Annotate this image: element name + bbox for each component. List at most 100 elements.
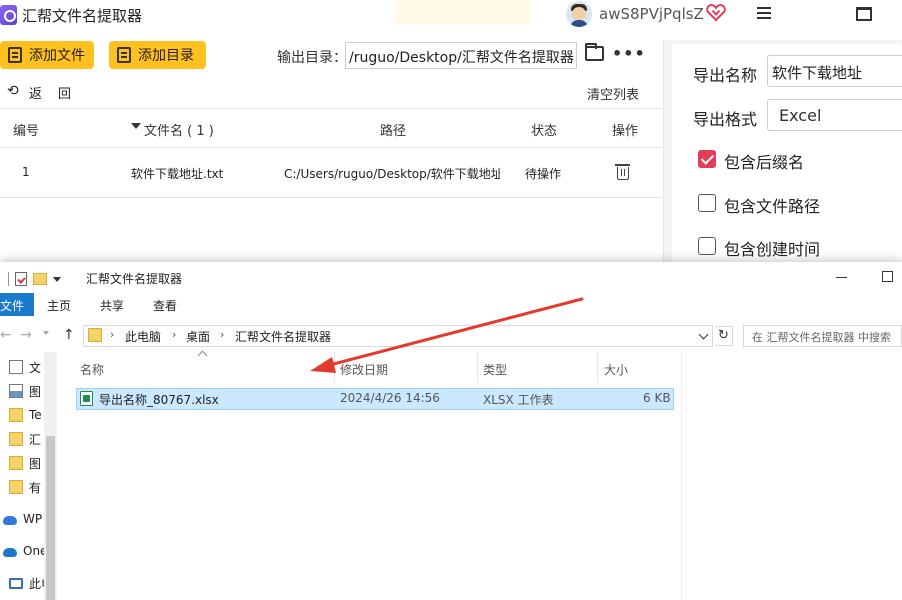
nav-up-icon[interactable]: ↑ [63, 327, 75, 343]
export-format-label: 导出格式 [693, 110, 758, 129]
username[interactable]: awS8PVjPqlsZ [599, 5, 704, 23]
nav-forward-icon[interactable]: → [20, 327, 32, 343]
breadcrumb-current-folder[interactable]: 汇帮文件名提取器 [235, 328, 331, 345]
toolbar-separator [8, 272, 9, 286]
address-folder-icon [88, 328, 102, 342]
nav-back-icon[interactable]: ← [0, 327, 12, 343]
include-extension-checkbox[interactable] [698, 150, 716, 168]
back-label[interactable]: 返 [29, 83, 42, 102]
address-bar[interactable] [83, 325, 713, 347]
sidebar-item-folder[interactable]: 有 [0, 477, 44, 497]
output-dir-label: 输出目录： [277, 50, 347, 66]
onedrive-cloud-icon [3, 548, 17, 557]
add-folder-icon [117, 47, 131, 63]
sidebar-item-wps-cloud[interactable]: WP [0, 509, 44, 529]
column-header-index: 编号 [13, 124, 40, 139]
file-table-header [0, 108, 662, 148]
sort-desc-icon[interactable] [131, 123, 141, 129]
column-divider[interactable] [334, 352, 335, 382]
ribbon-tab-home[interactable]: 主页 [47, 297, 71, 314]
breadcrumb-desktop[interactable]: 桌面 [186, 328, 210, 345]
breadcrumb-separator[interactable]: › [172, 328, 176, 341]
column-header-filename[interactable]: 文件名 ( 1 ) [144, 120, 214, 139]
column-divider[interactable] [477, 352, 478, 382]
folder-icon [9, 480, 23, 494]
avatar[interactable] [566, 1, 592, 27]
include-extension-label[interactable]: 包含后缀名 [724, 149, 804, 173]
include-path-label[interactable]: 包含文件路径 [724, 193, 820, 217]
sidebar-item-pictures[interactable]: 图 [0, 381, 44, 401]
row-index: 1 [22, 165, 30, 179]
customize-toolbar-icon[interactable] [53, 276, 61, 282]
properties-icon[interactable] [15, 272, 27, 286]
row-path: C:/Users/ruguo/Desktop/软件下载地址 [284, 167, 500, 181]
file-name[interactable]: 导出名称_80767.xlsx [99, 391, 219, 408]
more-options-icon[interactable]: ••• [612, 44, 646, 63]
output-dir-field[interactable]: /ruguo/Desktop/汇帮文件名提取器 [345, 42, 577, 69]
back-icon[interactable]: ⟲ [7, 83, 19, 99]
sidebar-item-folder[interactable]: 汇 [0, 429, 44, 449]
sidebar-scrollbar-thumb[interactable] [46, 436, 55, 600]
add-file-icon [8, 47, 22, 63]
recent-locations-icon[interactable] [43, 331, 49, 335]
file-modified-date: 2024/4/26 14:56 [340, 391, 440, 405]
explorer-window [0, 262, 902, 600]
quick-access-toolbar [8, 270, 61, 288]
column-header-name[interactable]: 名称 [80, 361, 104, 378]
ribbon-tab-file[interactable]: 文件 [0, 293, 34, 316]
column-header-path: 路径 [380, 124, 407, 139]
clear-list-button[interactable]: 清空列表 [587, 84, 639, 103]
explorer-title: 汇帮文件名提取器 [86, 272, 183, 286]
column-header-type[interactable]: 类型 [483, 361, 507, 378]
export-format-select[interactable]: Excel [767, 99, 902, 131]
sidebar-item-onedrive[interactable]: One [0, 541, 44, 561]
new-folder-icon[interactable] [33, 273, 47, 285]
cloud-icon [3, 516, 17, 525]
folder-icon [9, 456, 23, 470]
sidebar-item-this-pc[interactable]: 此电 [0, 573, 44, 593]
breadcrumb-separator[interactable]: › [110, 328, 114, 341]
explorer-maximize-icon[interactable] [882, 271, 893, 282]
sidebar-item-documents[interactable]: 文 [0, 357, 44, 377]
column-header-action: 操作 [612, 124, 639, 139]
row-status: 待操作 [525, 167, 562, 181]
column-divider[interactable] [597, 352, 598, 382]
document-icon [9, 360, 23, 374]
folder-icon [9, 432, 23, 446]
ribbon-tab-share[interactable]: 共享 [100, 297, 124, 314]
file-size: 6 KB [643, 391, 671, 405]
open-folder-icon[interactable] [585, 43, 604, 61]
add-file-button[interactable]: 添加文件 [0, 41, 94, 69]
column-header-status: 状态 [531, 124, 558, 139]
column-header-date[interactable]: 修改日期 [340, 361, 388, 378]
column-header-size[interactable]: 大小 [604, 361, 628, 378]
folder-icon [9, 408, 23, 422]
file-type: XLSX 工作表 [483, 393, 554, 407]
computer-icon [9, 577, 23, 589]
breadcrumb-this-pc[interactable]: 此电脑 [125, 328, 161, 345]
breadcrumb-separator[interactable]: › [220, 328, 224, 341]
app-title: 汇帮文件名提取器 [22, 7, 143, 25]
delete-row-icon[interactable] [615, 164, 630, 180]
ribbon-tab-view[interactable]: 查看 [153, 297, 177, 314]
sidebar-item-folder[interactable]: 图 [0, 453, 44, 473]
xlsx-file-icon [80, 391, 93, 406]
pane-divider [681, 352, 682, 600]
export-name-label: 导出名称 [693, 66, 758, 85]
search-input[interactable]: 在 汇帮文件名提取器 中搜索 [743, 325, 902, 347]
picture-icon [9, 384, 23, 398]
row-filename: 软件下载地址.txt [131, 167, 224, 181]
menu-icon[interactable] [757, 7, 771, 20]
add-directory-button[interactable]: 添加目录 [109, 41, 206, 69]
include-ctime-checkbox[interactable] [698, 237, 716, 255]
return-label[interactable]: 回 [58, 83, 71, 102]
export-name-input[interactable]: 软件下载地址 [767, 55, 902, 87]
maximize-icon[interactable] [856, 7, 872, 21]
sidebar-item-folder[interactable]: Te [0, 405, 44, 425]
minimize-icon[interactable] [836, 277, 847, 278]
include-ctime-label[interactable]: 包含创建时间 [724, 236, 820, 260]
include-path-checkbox[interactable] [698, 194, 716, 212]
app-logo-icon [0, 5, 17, 25]
refresh-icon[interactable]: ↻ [715, 326, 733, 346]
vip-heart-icon[interactable] [706, 4, 726, 22]
